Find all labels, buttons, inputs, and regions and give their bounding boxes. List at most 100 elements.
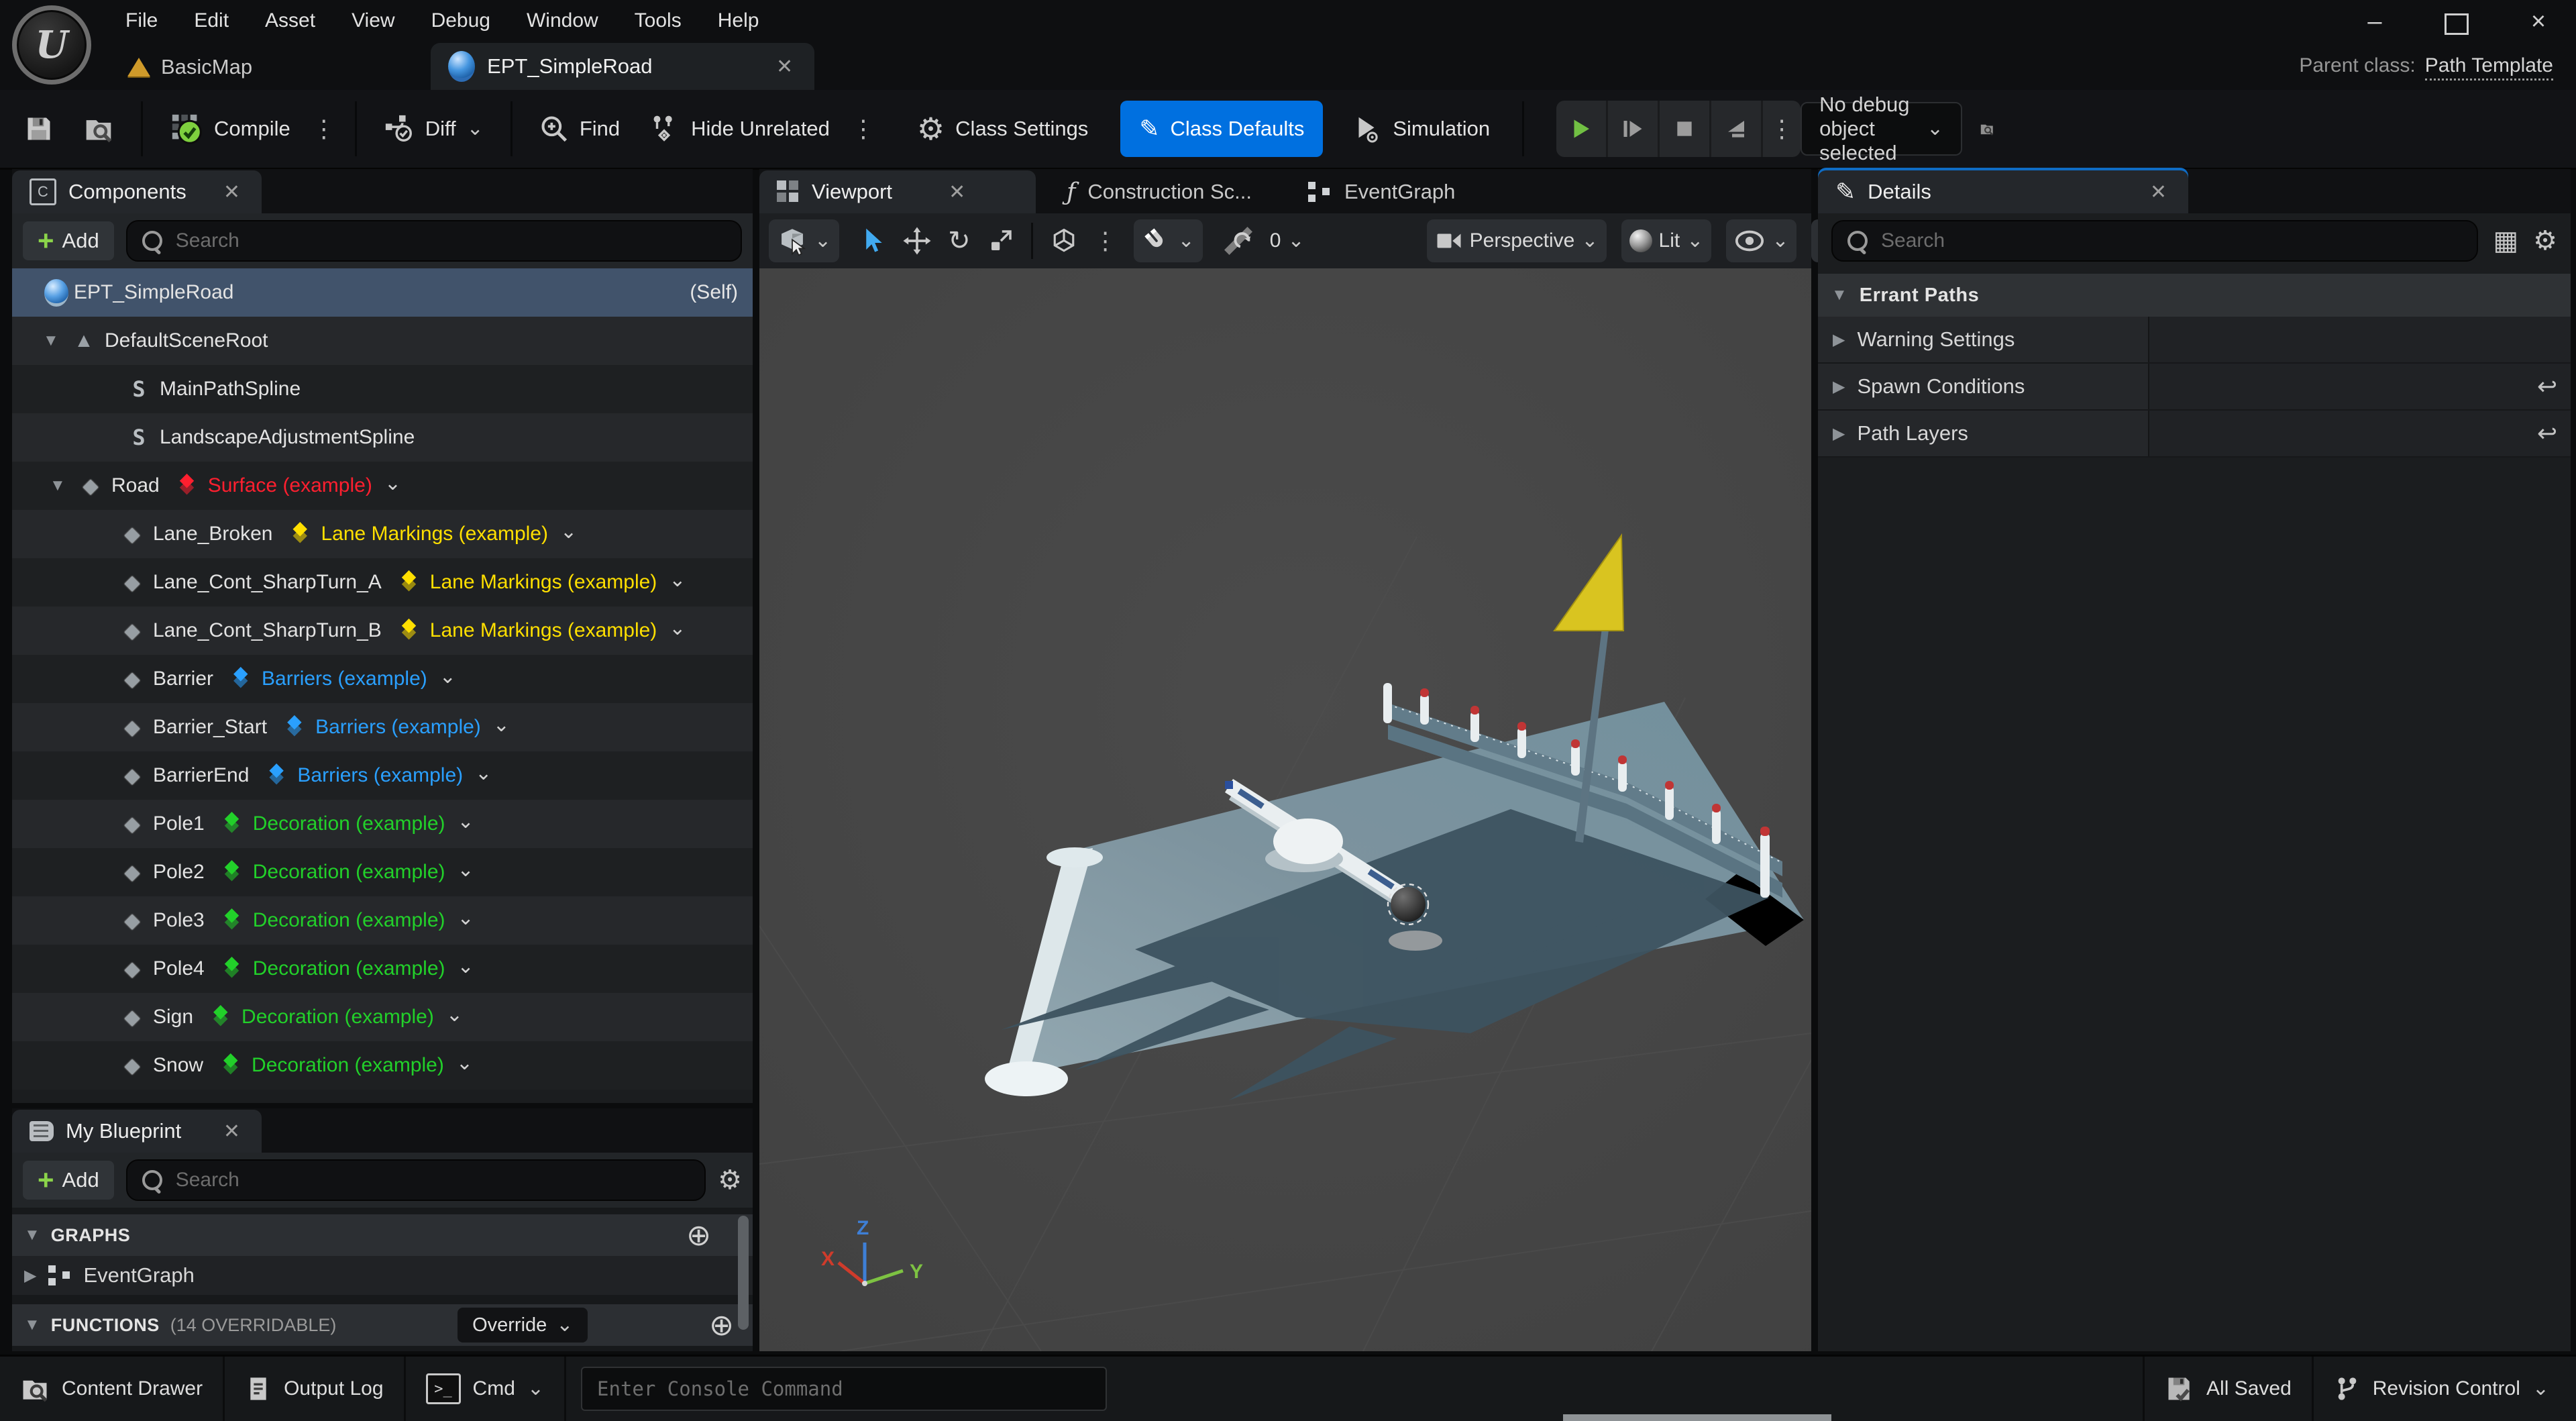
debug-object-select[interactable]: No debug object selected ⌄ [1801,102,1962,156]
component-row[interactable]: ▼ LandscapeAdjustmentSpline ⌄ [12,413,753,462]
property-row[interactable]: ▶ Spawn Conditions ↪ [1818,364,2571,411]
component-row[interactable]: ▼ Barrier Barriers (example) ⌄ [12,655,753,703]
details-settings-icon[interactable]: ⚙ [2533,225,2557,256]
component-type-label[interactable]: Decoration (example) [253,812,445,835]
reset-to-default-icon[interactable]: ↪ [2537,419,2557,448]
details-search-input[interactable] [1880,229,2462,253]
close-icon[interactable]: ✕ [219,1120,244,1143]
component-row[interactable]: ▼ MainPathSpline ⌄ [12,365,753,413]
tab-basicmap[interactable]: BasicMap [127,55,252,90]
revision-control-button[interactable]: Revision Control ⌄ [2312,1357,2576,1421]
my-blueprint-search-input[interactable] [174,1168,690,1192]
component-type-label[interactable]: Barriers (example) [262,668,427,690]
lit-mode-dropdown[interactable]: Lit ⌄ [1621,219,1712,262]
tab-details[interactable]: ✎ Details ✕ [1818,170,2188,213]
component-type-label[interactable]: Decoration (example) [253,957,445,980]
component-row[interactable]: ▼ Pole1 Decoration (example) ⌄ [12,800,753,848]
perspective-dropdown[interactable]: Perspective ⌄ [1427,219,1607,262]
eject-button[interactable] [1711,101,1763,157]
show-flags-dropdown[interactable]: ⌄ [1726,219,1796,262]
console-command-input[interactable] [596,1377,1092,1401]
graphs-section-header[interactable]: ▼ GRAPHS ⊕ [12,1214,753,1256]
tab-viewport[interactable]: Viewport ✕ [759,170,1036,213]
rotate-tool[interactable]: ↻ [940,219,979,262]
chevron-down-icon[interactable]: ⌄ [384,472,401,495]
chevron-down-icon[interactable]: ⌄ [669,568,686,592]
tab-construction-script[interactable]: ƒ Construction Sc... [1049,170,1269,213]
component-row[interactable]: ▼ Sign Decoration (example) ⌄ [12,993,753,1041]
coordinate-space-toggle[interactable] [1041,219,1087,262]
component-row[interactable]: ▼ EPT_SimpleRoad ⌄ (Self) [12,268,753,317]
component-row[interactable]: ▼ BarrierEnd Barriers (example) ⌄ [12,751,753,800]
all-saved-button[interactable]: All Saved [2143,1357,2312,1421]
surface-snapping-dropdown[interactable]: ⌄ [1134,219,1203,262]
expander-icon[interactable]: ▼ [50,476,75,495]
stop-button[interactable] [1660,101,1711,157]
tab-eventgraph[interactable]: EventGraph [1289,170,1472,213]
component-type-label[interactable]: Barriers (example) [315,716,481,739]
minimize-button[interactable]: – [2361,9,2388,34]
play-button[interactable] [1556,101,1608,157]
restore-button[interactable] [2443,9,2470,34]
tab-components[interactable]: C Components ✕ [12,170,262,213]
browse-asset-button[interactable] [68,100,129,158]
menu-item[interactable]: Help [700,9,777,32]
chevron-down-icon[interactable]: ⌄ [458,810,474,833]
browse-debug-icon[interactable] [1980,114,1994,144]
frame-skip-button[interactable] [1608,101,1660,157]
menu-item[interactable]: File [107,9,176,32]
component-type-label[interactable]: Lane Markings (example) [430,571,657,594]
close-tab-icon[interactable]: ✕ [772,55,797,78]
expander-icon[interactable]: ▼ [43,331,68,350]
snap-options-icon[interactable]: ⋮ [1087,227,1124,255]
menu-item[interactable]: Window [508,9,616,32]
snap-value-dropdown[interactable]: 0 ⌄ [1262,219,1313,262]
chevron-down-icon[interactable]: ⌄ [439,665,456,688]
close-icon[interactable]: ✕ [2146,180,2171,204]
eventgraph-row[interactable]: ▶ EventGraph [12,1256,753,1295]
move-tool[interactable] [894,219,940,262]
tab-ept-simpleroad[interactable]: EPT_SimpleRoad ✕ [431,43,814,90]
chevron-down-icon[interactable]: ⌄ [456,1051,473,1075]
hide-unrelated-button[interactable]: Hide Unrelated [635,100,845,158]
class-defaults-button[interactable]: ✎ Class Defaults [1120,101,1323,157]
scrollbar[interactable] [738,1216,749,1330]
override-dropdown[interactable]: Override ⌄ [458,1308,588,1343]
component-row[interactable]: ▼ DefaultSceneRoot ⌄ [12,317,753,365]
play-options-button[interactable]: ⋮ [1763,101,1801,157]
chevron-down-icon[interactable]: ⌄ [560,520,577,543]
chevron-down-icon[interactable]: ⌄ [458,955,474,978]
component-type-label[interactable]: Lane Markings (example) [321,523,547,545]
component-row[interactable]: ▼ Lane_Broken Lane Markings (example) ⌄ [12,510,753,558]
gear-icon[interactable]: ⚙ [718,1165,742,1196]
menu-item[interactable]: Debug [413,9,508,32]
chevron-down-icon[interactable]: ⌄ [493,713,510,737]
menu-item[interactable]: Edit [176,9,247,32]
find-button[interactable]: Find [525,100,635,158]
component-row[interactable]: ▼ Pole3 Decoration (example) ⌄ [12,896,753,945]
expander-icon[interactable]: ▶ [1833,424,1845,443]
component-type-label[interactable]: Decoration (example) [253,861,445,884]
component-row[interactable]: ▼ Lane_Cont_SharpTurn_B Lane Markings (e… [12,607,753,655]
output-log-button[interactable]: Output Log [225,1357,405,1421]
errant-paths-section[interactable]: ▼ Errant Paths [1818,274,2571,317]
component-type-label[interactable]: Lane Markings (example) [430,619,657,642]
reset-to-default-icon[interactable]: ↪ [2537,372,2557,401]
add-blueprint-item-button[interactable]: + Add [23,1161,114,1200]
select-tool[interactable] [850,219,894,262]
component-type-label[interactable]: Surface (example) [208,474,372,497]
component-type-label[interactable]: Decoration (example) [252,1054,444,1077]
expander-icon[interactable]: ▶ [24,1266,36,1285]
viewport-scene[interactable]: Z X Y [759,268,1811,1351]
close-icon[interactable]: ✕ [945,180,969,204]
menu-item[interactable]: Asset [247,9,333,32]
add-component-button[interactable]: + Add [23,221,114,260]
transform-tool-dropdown[interactable]: ⌄ [769,219,839,262]
simulation-button[interactable]: Simulation [1336,100,1505,158]
component-row[interactable]: ▼ Barrier_Start Barriers (example) ⌄ [12,703,753,751]
chevron-down-icon[interactable]: ⌄ [446,1003,463,1027]
close-button[interactable]: × [2525,9,2552,34]
menu-item[interactable]: View [333,9,413,32]
chevron-down-icon[interactable]: ⌄ [458,858,474,882]
component-row[interactable]: ▼ Pole4 Decoration (example) ⌄ [12,945,753,993]
